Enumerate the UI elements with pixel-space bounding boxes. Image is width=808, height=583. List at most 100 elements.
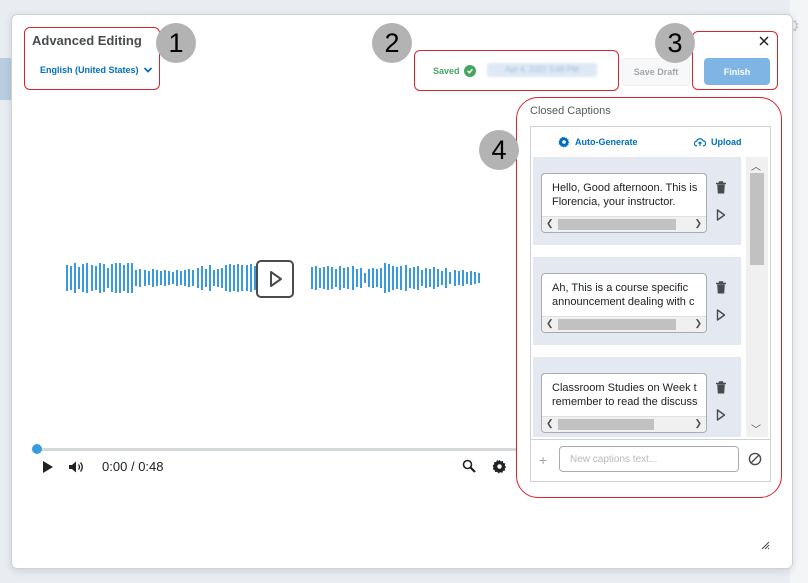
waveform-bar (151, 269, 154, 287)
scroll-right-icon[interactable]: ❯ (694, 218, 702, 229)
play-outline-icon[interactable] (716, 209, 726, 221)
horizontal-scrollbar[interactable]: ❮ ❯ (542, 316, 706, 332)
settings-gear-icon[interactable] (492, 459, 507, 474)
caption-cue[interactable]: Classroom Studies on Week t remember to r… (533, 357, 741, 437)
playback-time: 0:00 / 0:48 (102, 459, 164, 474)
waveform-bar (412, 267, 415, 289)
waveform-bar (433, 267, 436, 289)
waveform-bar (225, 265, 228, 291)
waveform-bar (404, 265, 407, 291)
waveform-bar (241, 265, 244, 291)
waveform-bar (376, 269, 378, 287)
play-icon[interactable] (42, 460, 54, 474)
waveform-bar (159, 271, 162, 285)
play-icon (270, 271, 282, 287)
waveform-bar (188, 269, 191, 287)
scrollbar-thumb[interactable] (750, 173, 764, 265)
waveform-bar (90, 265, 93, 291)
waveform-bar (367, 269, 370, 287)
waveform-bar (94, 266, 97, 290)
waveform-bar (70, 266, 73, 290)
waveform-bar (355, 269, 358, 287)
waveform-bar (318, 268, 321, 288)
caption-cue[interactable]: Ah, This is a course specific announcemen… (533, 257, 741, 345)
horizontal-scrollbar[interactable]: ❮ ❯ (542, 216, 706, 232)
caption-text-box[interactable]: Classroom Studies on Week t remember to r… (541, 373, 707, 433)
waveform-bar (322, 267, 325, 289)
waveform-bar (204, 269, 207, 287)
waveform-bar (473, 272, 476, 284)
scroll-up-icon[interactable]: ︿ (751, 158, 761, 173)
waveform-bar (396, 267, 399, 289)
waveform-bar (457, 271, 460, 285)
play-overlay-button[interactable] (256, 260, 294, 298)
scroll-left-icon[interactable]: ❮ (546, 418, 554, 429)
scrollbar-thumb[interactable] (558, 219, 676, 230)
horizontal-scrollbar[interactable]: ❮ ❯ (542, 416, 706, 432)
scroll-down-icon[interactable]: ﹀ (751, 421, 761, 436)
resize-handle-icon[interactable] (760, 540, 770, 550)
trash-icon[interactable] (715, 281, 727, 294)
upload-button[interactable]: Upload (694, 136, 742, 148)
trash-icon[interactable] (715, 181, 727, 194)
scrollbar-thumb[interactable] (558, 419, 654, 430)
waveform-bar (180, 271, 183, 285)
play-outline-icon[interactable] (716, 309, 726, 321)
scroll-right-icon[interactable]: ❯ (694, 418, 702, 429)
scrollbar-thumb[interactable] (558, 319, 676, 330)
upload-label: Upload (711, 137, 742, 147)
waveform-bar (245, 265, 248, 291)
trash-icon[interactable] (715, 381, 727, 394)
time-separator: / (130, 459, 135, 474)
waveform-bar (314, 266, 317, 290)
caption-cue[interactable]: Hello, Good afternoon. This is Florencia,… (533, 157, 741, 245)
scroll-right-icon[interactable]: ❯ (694, 318, 702, 329)
plus-icon[interactable]: + (539, 452, 547, 468)
waveform-bar (469, 271, 472, 285)
waveform-bar (135, 270, 138, 286)
waveform-bar (477, 273, 480, 283)
timeline-scrubber[interactable] (32, 444, 42, 454)
waveform-bar (437, 269, 440, 287)
waveform-bar (98, 263, 101, 293)
waveform-bar (445, 268, 448, 288)
callout-number-4: 4 (479, 130, 519, 170)
waveform-bar (78, 267, 81, 289)
waveform-bar (102, 264, 105, 292)
scroll-left-icon[interactable]: ❮ (546, 318, 554, 329)
waveform-bar (384, 263, 387, 293)
volume-icon[interactable] (68, 460, 84, 474)
waveform-bar (359, 268, 362, 288)
caption-line: Ah, This is a course specific (552, 282, 689, 294)
waveform-bar (420, 270, 423, 286)
waveform-bar (392, 266, 395, 290)
waveform-bar (371, 268, 374, 288)
time-total: 0:48 (138, 459, 164, 474)
caption-text-box[interactable]: Hello, Good afternoon. This is Florencia,… (541, 173, 707, 233)
auto-generate-button[interactable]: Auto-Generate (558, 136, 638, 148)
waveform-bar (429, 269, 431, 287)
caption-cue-list[interactable]: Hello, Good afternoon. This is Florencia,… (531, 157, 770, 437)
waveform-bar (119, 263, 121, 293)
timeline-track[interactable] (36, 448, 516, 451)
waveform-bar (335, 269, 338, 287)
zoom-icon[interactable] (462, 459, 476, 473)
caption-list-scrollbar[interactable]: ︿ ﹀ (746, 157, 768, 437)
waveform-bar (465, 272, 468, 284)
waveform-bar (176, 270, 179, 286)
waveform-bar (408, 268, 411, 288)
new-caption-input[interactable] (559, 446, 739, 472)
waveform-bar (131, 263, 134, 293)
waveform-bar (249, 264, 252, 292)
waveform-bar (110, 264, 113, 292)
caption-text-box[interactable]: Ah, This is a course specific announcemen… (541, 273, 707, 333)
caption-text: Ah, This is a course specific announcemen… (552, 281, 702, 309)
waveform-bar (200, 266, 203, 290)
play-outline-icon[interactable] (716, 409, 726, 421)
waveform-bar (196, 268, 199, 288)
clear-icon[interactable] (748, 452, 762, 466)
captions-actions-bar: Auto-Generate Upload (531, 127, 770, 157)
waveform-bar (123, 265, 126, 291)
waveform-bar (339, 266, 342, 290)
scroll-left-icon[interactable]: ❮ (546, 218, 554, 229)
